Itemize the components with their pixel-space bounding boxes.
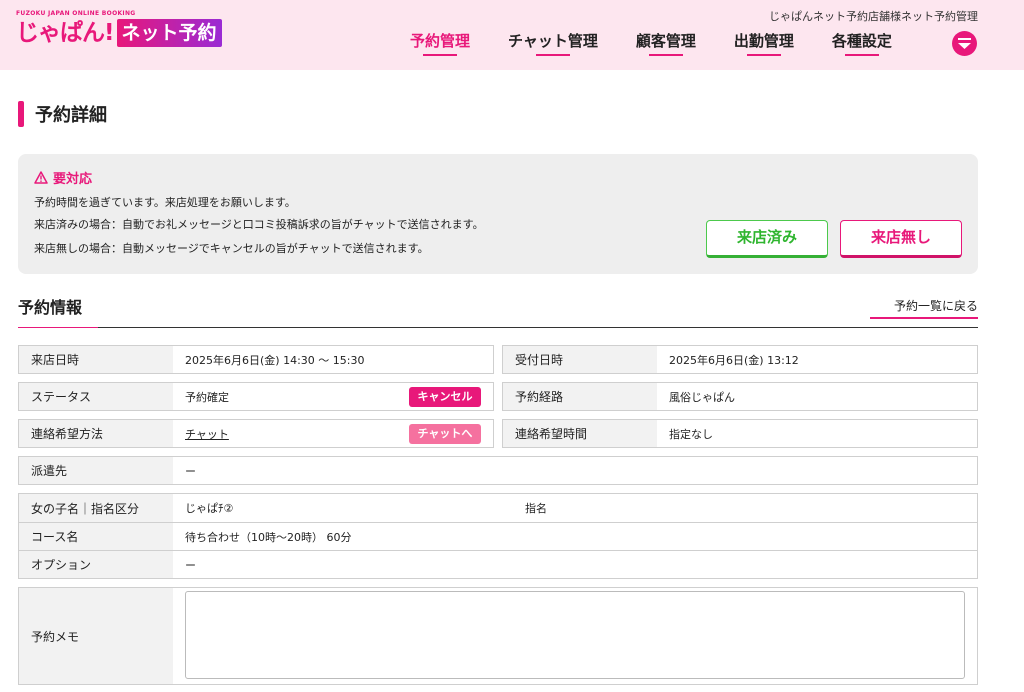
back-link-underline	[870, 317, 978, 319]
table-row: 連絡希望方法 チャット チャットへ	[19, 420, 493, 447]
course-value: 待ち合わせ（10時〜20時） 60分	[185, 530, 352, 544]
go-to-chat-button[interactable]: チャットへ	[409, 423, 481, 444]
menu-down-icon	[958, 38, 971, 49]
nav-underline	[423, 54, 457, 56]
contact-method-value-cell: チャット	[185, 420, 229, 447]
chat-link[interactable]: チャット	[185, 426, 229, 442]
cancel-button[interactable]: キャンセル	[409, 386, 481, 407]
route-value: 風俗じゃぱん	[669, 390, 735, 404]
alert-line-3: 来店無しの場合：自動メッセージでキャンセルの旨がチャットで送信されます。	[34, 242, 429, 255]
option-value: ー	[185, 558, 196, 572]
nav-underline	[648, 54, 683, 56]
dispatch-label: 派遣先	[19, 457, 173, 484]
no-visit-button[interactable]: 来店無し	[840, 220, 962, 258]
section-divider-accent	[18, 327, 98, 328]
page-title: 予約詳細	[18, 100, 107, 128]
nomination-value: 指名	[525, 502, 547, 515]
contact-time-row: 連絡希望時間 指定なし	[502, 419, 978, 448]
course-info-table: 女の子名｜指名区分 じゃぱﾁ② 指名 コース名 待ち合わせ（10時〜20時） 6…	[18, 493, 978, 579]
alert-line-1: 予約時間を過ぎています。来店処理をお願いします。	[34, 196, 296, 209]
logo-tagline: FUZOKU JAPAN ONLINE BOOKING	[16, 10, 136, 17]
header-subtitle: じゃぱんネット予約店舗様ネット予約管理	[769, 10, 978, 23]
alert-heading-text: 要対応	[53, 172, 93, 187]
table-row: 来店日時 2025年6月6日(金) 14:30 〜 15:30	[19, 346, 493, 373]
nav-item-attendance[interactable]: 出勤管理	[734, 30, 794, 56]
received-label: 受付日時	[503, 346, 657, 373]
title-accent-bar	[18, 101, 24, 127]
nav-underline	[535, 54, 570, 56]
girl-value: じゃぱﾁ②	[185, 502, 234, 515]
route-row: 予約経路 風俗じゃぱん	[502, 382, 978, 411]
main-nav: 予約管理 チャット管理 顧客管理 出勤管理 各種設定	[410, 30, 930, 56]
nav-item-settings[interactable]: 各種設定	[832, 30, 892, 56]
table-row: ステータス 予約確定 キャンセル	[19, 383, 493, 410]
visited-button[interactable]: 来店済み	[706, 220, 828, 258]
nav-item-customers[interactable]: 顧客管理	[636, 30, 696, 56]
table-row: 予約経路 風俗じゃぱん	[503, 383, 977, 410]
table-row: オプション ー	[19, 550, 977, 578]
dispatch-value: ー	[185, 464, 196, 478]
nav-underline	[844, 54, 879, 56]
visit-datetime-value: 2025年6月6日(金) 14:30 〜 15:30	[185, 353, 365, 367]
status-value: 予約確定	[185, 390, 229, 404]
nav-item-chat[interactable]: チャット管理	[508, 30, 598, 56]
table-row: 予約メモ	[19, 588, 977, 684]
logo-main-text: じゃぱん!	[16, 20, 114, 46]
visit-datetime-label: 来店日時	[19, 346, 173, 373]
visit-datetime-row: 来店日時 2025年6月6日(金) 14:30 〜 15:30	[18, 345, 494, 374]
contact-time-value: 指定なし	[669, 427, 713, 441]
memo-label: 予約メモ	[19, 588, 173, 684]
nav-label: チャット管理	[508, 32, 598, 50]
contact-method-label: 連絡希望方法	[19, 420, 173, 447]
status-label: ステータス	[19, 383, 173, 410]
table-row: 受付日時 2025年6月6日(金) 13:12	[503, 346, 977, 373]
logo-row: じゃぱん! ネット予約	[16, 18, 222, 48]
action-required-alert: 要対応 予約時間を過ぎています。来店処理をお願いします。 来店済みの場合：自動で…	[18, 154, 978, 274]
page-title-text: 予約詳細	[35, 105, 107, 126]
contact-time-label: 連絡希望時間	[503, 420, 657, 447]
alert-heading: 要対応	[34, 168, 92, 187]
nav-label: 予約管理	[410, 32, 471, 50]
logo-badge: ネット予約	[116, 19, 222, 47]
nav-label: 出勤管理	[733, 32, 794, 50]
table-row: 派遣先 ー	[19, 457, 977, 484]
alert-line-2: 来店済みの場合：自動でお礼メッセージと口コミ投稿訴求の旨がチャットで送信されます…	[34, 218, 484, 231]
nav-label: 各種設定	[831, 32, 892, 50]
route-label: 予約経路	[503, 383, 657, 410]
girl-label: 女の子名｜指名区分	[19, 494, 173, 522]
app-header: FUZOKU JAPAN ONLINE BOOKING じゃぱん! ネット予約 …	[0, 0, 1024, 70]
option-label: オプション	[19, 551, 173, 578]
received-value: 2025年6月6日(金) 13:12	[669, 353, 799, 367]
table-row: コース名 待ち合わせ（10時〜20時） 60分	[19, 522, 977, 550]
dispatch-row: 派遣先 ー	[18, 456, 978, 485]
table-row: 連絡希望時間 指定なし	[503, 420, 977, 447]
contact-method-row: 連絡希望方法 チャット チャットへ	[18, 419, 494, 448]
section-title: 予約情報	[18, 298, 83, 317]
table-row: 女の子名｜指名区分 じゃぱﾁ② 指名	[19, 494, 977, 522]
course-label: コース名	[19, 523, 173, 550]
section-divider	[18, 327, 978, 328]
brand-logo[interactable]: FUZOKU JAPAN ONLINE BOOKING じゃぱん! ネット予約	[16, 10, 232, 50]
memo-row: 予約メモ	[18, 587, 978, 685]
memo-textarea[interactable]	[185, 591, 965, 679]
back-to-list-link[interactable]: 予約一覧に戻る	[894, 297, 978, 314]
nav-item-reservations[interactable]: 予約管理	[410, 30, 470, 56]
nav-label: 顧客管理	[635, 32, 696, 50]
received-datetime-row: 受付日時 2025年6月6日(金) 13:12	[502, 345, 978, 374]
menu-toggle-button[interactable]	[952, 31, 977, 56]
status-row: ステータス 予約確定 キャンセル	[18, 382, 494, 411]
warning-icon	[34, 171, 48, 184]
nav-underline	[746, 54, 781, 56]
